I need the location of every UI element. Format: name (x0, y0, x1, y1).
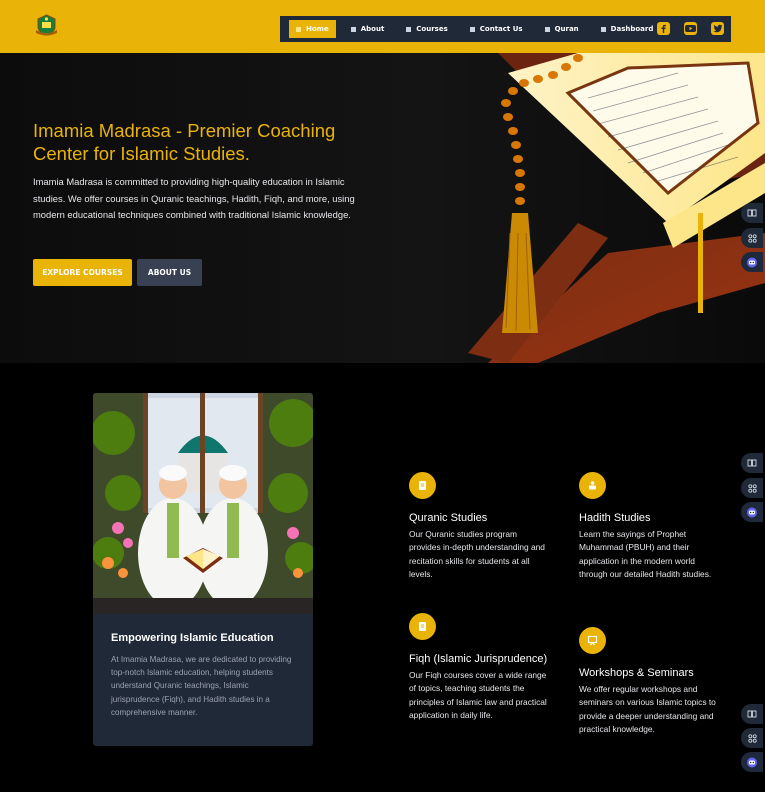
feature-text: Learn the sayings of Prophet Muhammad (P… (579, 529, 712, 580)
facebook-icon[interactable] (657, 22, 670, 35)
youtube-icon[interactable] (684, 22, 697, 35)
apps-icon[interactable] (741, 728, 763, 748)
nav-home[interactable]: Home (289, 20, 336, 38)
hero-description: Imamia Madrasa is committed to providing… (33, 176, 355, 220)
apps-icon[interactable] (741, 228, 763, 248)
hero-title: Imamia Madrasa - Premier Coaching Center… (33, 120, 336, 164)
feature-title: Workshops & Seminars (579, 667, 694, 679)
feature-text: Our Quranic studies program provides in-… (409, 529, 545, 580)
nav-dashboard[interactable]: Dashboard (594, 20, 661, 38)
feature-title: Hadith Studies (579, 512, 651, 524)
assistant-bot-icon[interactable] (741, 252, 763, 272)
quran-icon (544, 26, 550, 32)
twitter-icon[interactable] (711, 22, 724, 35)
quran-on-stand-image (458, 53, 765, 363)
reader-icon[interactable] (741, 704, 763, 724)
feature-title: Fiqh (Islamic Jurisprudence) (409, 653, 548, 665)
people-icon (579, 472, 606, 499)
nav-dashboard-label: Dashboard (610, 25, 654, 33)
dashboard-icon (600, 26, 606, 32)
features-section: Empowering Islamic Education At Imamia M… (0, 363, 765, 792)
site-header: Home About Courses Contact Us Quran Dash… (0, 0, 765, 53)
apps-icon[interactable] (741, 478, 763, 498)
assistant-bot-icon[interactable] (741, 502, 763, 522)
explore-courses-button[interactable]: EXPLORE COURSES (33, 259, 132, 286)
feature-title: Quranic Studies (409, 512, 488, 524)
feature-workshops: Workshops & Seminars We offer regular wo… (579, 627, 719, 737)
card-text: At Imamia Madrasa, we are dedicated to p… (111, 655, 292, 717)
nav-home-label: Home (306, 25, 329, 33)
nav-about[interactable]: About (344, 20, 392, 38)
reader-icon[interactable] (741, 453, 763, 473)
feature-fiqh: Fiqh (Islamic Jurisprudence) Our Fiqh co… (409, 613, 549, 723)
about-us-button[interactable]: ABOUT US (137, 259, 202, 286)
feature-text: We offer regular workshops and seminars … (579, 684, 716, 735)
nav-courses[interactable]: Courses (399, 20, 454, 38)
feature-text: Our Fiqh courses cover a wide range of t… (409, 670, 547, 721)
students-reading-image (93, 393, 313, 614)
nav-quran-label: Quran (554, 25, 579, 33)
nav-quran[interactable]: Quran (538, 20, 586, 38)
assistant-bot-icon[interactable] (741, 752, 763, 772)
home-icon (296, 26, 301, 32)
nav-contact-label: Contact Us (479, 25, 523, 33)
card-title: Empowering Islamic Education (111, 632, 274, 644)
nav-about-label: About (360, 25, 385, 33)
contact-icon (469, 26, 475, 32)
madrasa-logo[interactable] (33, 13, 60, 37)
hero-section: Imamia Madrasa - Premier Coaching Center… (0, 53, 765, 363)
courses-icon (406, 26, 412, 32)
nav-courses-label: Courses (416, 25, 448, 33)
book-icon (409, 613, 436, 640)
nav-contact[interactable]: Contact Us (463, 20, 530, 38)
presentation-icon (579, 627, 606, 654)
education-card: Empowering Islamic Education At Imamia M… (93, 393, 313, 746)
feature-hadith-studies: Hadith Studies Learn the sayings of Prop… (579, 472, 719, 582)
book-icon (409, 472, 436, 499)
reader-icon[interactable] (741, 203, 763, 223)
page: Home About Courses Contact Us Quran Dash… (0, 0, 765, 792)
about-icon (350, 26, 356, 32)
feature-quranic-studies: Quranic Studies Our Quranic studies prog… (409, 472, 549, 582)
